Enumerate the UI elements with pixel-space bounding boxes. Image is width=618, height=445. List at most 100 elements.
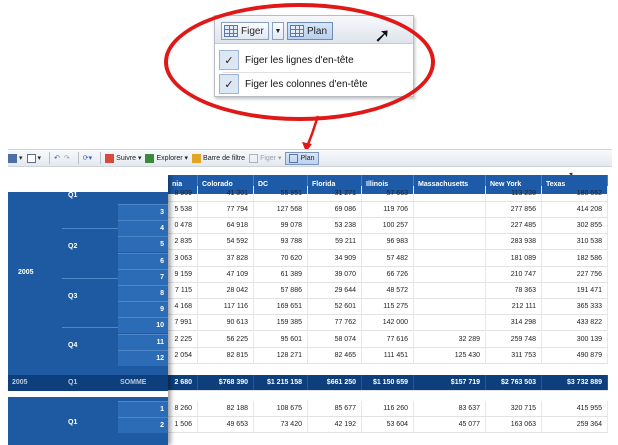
table-cell[interactable]: 49 653 <box>198 417 254 432</box>
table-cell[interactable]: 8 909 <box>168 186 198 201</box>
table-cell[interactable]: 415 955 <box>542 401 608 416</box>
table-cell[interactable] <box>414 266 486 282</box>
table-cell[interactable]: 53 604 <box>362 417 414 432</box>
suivre-button[interactable]: Suivre ▾ <box>105 153 141 163</box>
table-cell[interactable]: 117 116 <box>198 299 254 315</box>
table-cell[interactable]: $1 150 659 <box>362 375 414 390</box>
table-cell[interactable]: 414 208 <box>542 202 608 217</box>
month-header[interactable]: 5 <box>118 236 168 253</box>
table-cell[interactable]: 212 111 <box>486 299 542 315</box>
table-cell[interactable]: 77 616 <box>362 331 414 347</box>
toolbar-figer-button[interactable]: Figer ▾ <box>249 153 281 163</box>
table-cell[interactable] <box>414 250 486 266</box>
table-cell[interactable]: 77 794 <box>198 202 254 217</box>
table-cell[interactable]: 125 430 <box>414 347 486 363</box>
table-cell[interactable]: 64 918 <box>198 218 254 234</box>
table-cell[interactable]: 93 788 <box>254 234 308 250</box>
table-cell[interactable] <box>414 283 486 298</box>
table-cell[interactable]: 70 620 <box>254 250 308 266</box>
table-cell[interactable] <box>414 186 486 201</box>
table-cell[interactable]: 96 983 <box>362 234 414 250</box>
table-cell[interactable]: 39 070 <box>308 266 362 282</box>
table-cell[interactable]: 57 886 <box>254 283 308 298</box>
table-cell[interactable] <box>414 202 486 217</box>
table-cell[interactable]: $3 732 889 <box>542 375 608 390</box>
table-cell[interactable]: $157 719 <box>414 375 486 390</box>
table-cell[interactable]: 300 139 <box>542 331 608 347</box>
table-cell[interactable]: 227 485 <box>486 218 542 234</box>
table-cell[interactable] <box>414 234 486 250</box>
table-cell[interactable]: 57 482 <box>362 250 414 266</box>
table-cell[interactable]: 59 211 <box>308 234 362 250</box>
table-cell[interactable]: 128 271 <box>254 347 308 363</box>
month-header[interactable]: 4 <box>118 220 168 237</box>
filter-bar-button[interactable]: Barre de filtre <box>192 153 245 163</box>
table-cell[interactable]: 115 275 <box>362 299 414 315</box>
table-cell[interactable]: 0 478 <box>168 218 198 234</box>
explorer-button[interactable]: Explorer ▾ <box>145 153 188 163</box>
table-cell[interactable]: 56 225 <box>198 331 254 347</box>
redo-icon[interactable]: ↷ <box>64 154 70 162</box>
table-cell[interactable]: 34 909 <box>308 250 362 266</box>
table-cell[interactable]: 108 675 <box>254 401 308 416</box>
table-cell[interactable]: 83 637 <box>414 401 486 416</box>
table-cell[interactable]: 48 572 <box>362 283 414 298</box>
table-cell[interactable]: 116 260 <box>362 401 414 416</box>
table-cell[interactable]: 4 168 <box>168 299 198 315</box>
month-header[interactable]: 8 <box>118 285 168 301</box>
table-cell[interactable]: 259 748 <box>486 331 542 347</box>
month-header[interactable]: 10 <box>118 317 168 334</box>
table-cell[interactable]: 320 715 <box>486 401 542 416</box>
table-cell[interactable]: 2 225 <box>168 331 198 347</box>
table-cell[interactable]: 8 260 <box>168 401 198 416</box>
undo-icon[interactable]: ↶ <box>54 154 60 162</box>
table-cell[interactable]: 29 644 <box>308 283 362 298</box>
table-cell[interactable]: 45 077 <box>414 417 486 432</box>
table-cell[interactable]: $2 763 503 <box>486 375 542 390</box>
table-cell[interactable]: 31 271 <box>308 186 362 201</box>
table-cell[interactable]: 82 188 <box>198 401 254 416</box>
table-cell[interactable]: 90 613 <box>198 315 254 331</box>
move-icon[interactable]: ▾ <box>8 153 23 163</box>
table-cell[interactable]: 191 471 <box>542 283 608 298</box>
table-cell[interactable]: 142 000 <box>362 315 414 331</box>
table-cell[interactable]: 47 109 <box>198 266 254 282</box>
table-cell[interactable]: 100 257 <box>362 218 414 234</box>
table-cell[interactable]: 54 592 <box>198 234 254 250</box>
email-icon[interactable]: ▾ <box>26 153 41 163</box>
table-cell[interactable]: 181 089 <box>486 250 542 266</box>
table-cell[interactable]: 2 054 <box>168 347 198 363</box>
table-cell[interactable]: 277 856 <box>486 202 542 217</box>
month-header[interactable]: 9 <box>118 301 168 318</box>
table-cell[interactable]: 99 078 <box>254 218 308 234</box>
table-cell[interactable]: 113 228 <box>486 186 542 201</box>
table-cell[interactable]: 111 451 <box>362 347 414 363</box>
table-cell[interactable]: 52 601 <box>308 299 362 315</box>
table-cell[interactable]: $768 390 <box>198 375 254 390</box>
table-cell[interactable]: 28 042 <box>198 283 254 298</box>
refresh-icon[interactable]: ⟳▾ <box>83 154 92 162</box>
table-cell[interactable]: 58 074 <box>308 331 362 347</box>
month-header[interactable]: 12 <box>118 349 168 366</box>
month-header[interactable]: 6 <box>118 252 168 269</box>
table-cell[interactable]: 32 289 <box>414 331 486 347</box>
table-cell[interactable] <box>414 218 486 234</box>
month-header[interactable]: 3 <box>118 204 168 220</box>
month-header[interactable]: 11 <box>118 333 168 350</box>
table-cell[interactable]: 169 651 <box>254 299 308 315</box>
table-cell[interactable]: 69 086 <box>308 202 362 217</box>
table-cell[interactable]: 433 822 <box>542 315 608 331</box>
table-cell[interactable]: 42 192 <box>308 417 362 432</box>
table-cell[interactable]: 82 815 <box>198 347 254 363</box>
table-cell[interactable]: 77 762 <box>308 315 362 331</box>
table-cell[interactable]: 259 364 <box>542 417 608 432</box>
table-cell[interactable]: 3 063 <box>168 250 198 266</box>
table-cell[interactable] <box>414 315 486 331</box>
table-cell[interactable]: 55 951 <box>254 186 308 201</box>
table-cell[interactable]: 159 385 <box>254 315 308 331</box>
table-cell[interactable]: 210 747 <box>486 266 542 282</box>
table-cell[interactable]: 5 538 <box>168 202 198 217</box>
table-cell[interactable]: 365 333 <box>542 299 608 315</box>
table-cell[interactable]: 85 677 <box>308 401 362 416</box>
table-cell[interactable]: 78 363 <box>486 283 542 298</box>
